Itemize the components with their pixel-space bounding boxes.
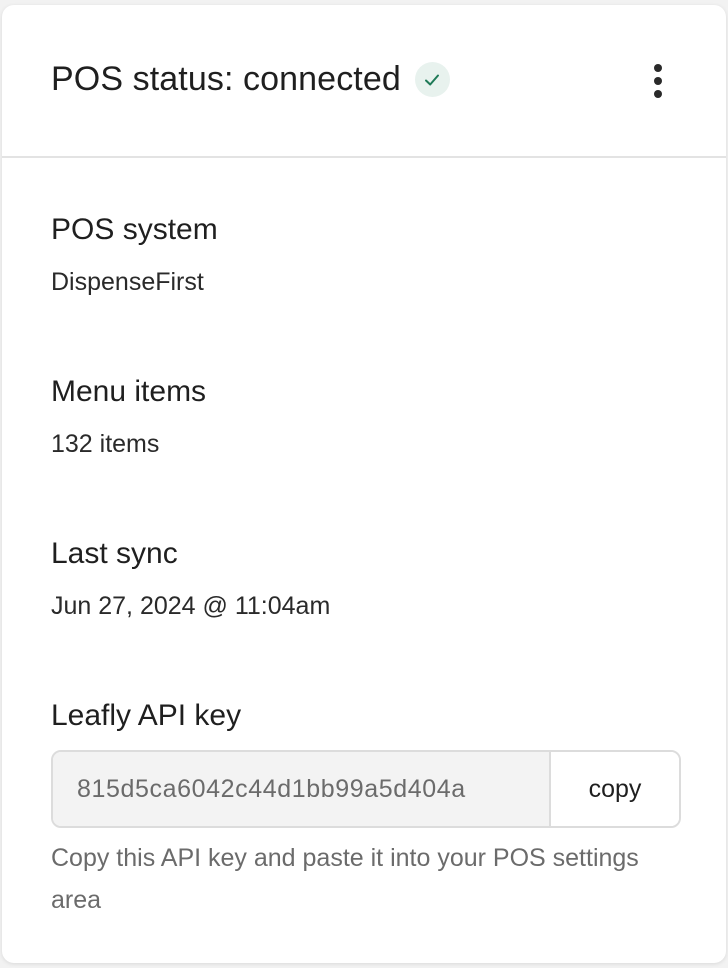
api-key-label: Leafly API key xyxy=(51,699,242,732)
title-row: POS status: connected xyxy=(51,60,450,99)
menu-items-label: Menu items xyxy=(51,375,207,408)
card-header: POS status: connected xyxy=(2,5,726,158)
api-key-field[interactable] xyxy=(53,752,551,826)
pos-system-label: POS system xyxy=(51,213,218,246)
pos-system-value: DispenseFirst xyxy=(51,268,204,296)
page-title: POS status: connected xyxy=(51,60,401,98)
pos-status-card: POS status: connected POS system Dispens… xyxy=(2,5,726,963)
api-key-helper-text: Copy this API key and paste it into your… xyxy=(51,844,639,914)
api-key-group: copy xyxy=(51,750,681,828)
last-sync-section: Last sync Jun 27, 2024 @ 11:04am xyxy=(51,536,330,622)
last-sync-label: Last sync xyxy=(51,537,178,570)
last-sync-value: Jun 27, 2024 @ 11:04am xyxy=(51,592,331,620)
more-vertical-icon xyxy=(654,64,662,98)
check-icon xyxy=(414,62,450,97)
menu-items-value: 132 items xyxy=(51,430,160,458)
copy-button[interactable]: copy xyxy=(551,752,679,826)
pos-system-section: POS system DispenseFirst xyxy=(51,212,218,298)
api-key-section: Leafly API key xyxy=(51,698,241,734)
more-options-button[interactable] xyxy=(638,57,678,105)
menu-items-section: Menu items 132 items xyxy=(51,374,206,460)
